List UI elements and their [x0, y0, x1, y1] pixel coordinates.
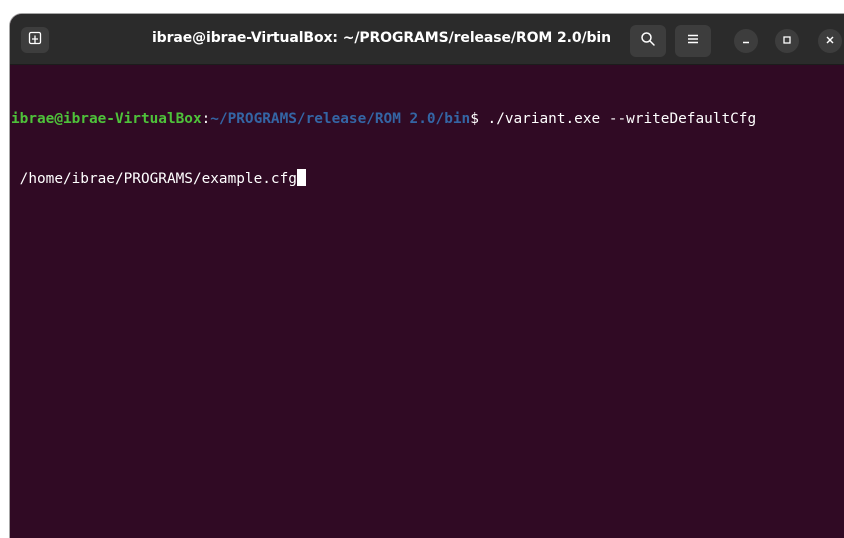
search-icon: [640, 31, 656, 52]
search-button[interactable]: [630, 25, 666, 57]
prompt-symbol: $: [470, 111, 488, 127]
new-tab-button[interactable]: [21, 27, 49, 53]
title-bar: ibrae@ibrae-VirtualBox: ~/PROGRAMS/relea…: [10, 14, 844, 65]
terminal-content[interactable]: ibrae@ibrae-VirtualBox:~/PROGRAMS/releas…: [10, 66, 844, 538]
prompt-colon: :: [201, 111, 211, 127]
window-title: ibrae@ibrae-VirtualBox: ~/PROGRAMS/relea…: [151, 30, 611, 46]
output-line: /home/ibrae/PROGRAMS/example.cfg: [11, 169, 844, 189]
minimize-icon: [741, 32, 751, 50]
text-cursor: [296, 169, 306, 186]
minimize-button[interactable]: [734, 29, 758, 53]
command-text: ./variant.exe --writeDefaultCfg: [487, 111, 757, 127]
terminal-window: ibrae@ibrae-VirtualBox: ~/PROGRAMS/relea…: [10, 14, 844, 538]
output-text: /home/ibrae/PROGRAMS/example.cfg: [11, 171, 297, 187]
close-button[interactable]: [818, 29, 842, 53]
prompt-user-host: ibrae@ibrae-VirtualBox: [11, 111, 202, 127]
prompt-path: ~/PROGRAMS/release/ROM 2.0/bin: [210, 111, 471, 127]
menu-button[interactable]: [675, 25, 711, 57]
maximize-button[interactable]: [775, 29, 799, 53]
new-tab-icon: [28, 31, 42, 50]
close-icon: [825, 32, 835, 50]
hamburger-menu-icon: [686, 32, 700, 51]
prompt-line: ibrae@ibrae-VirtualBox:~/PROGRAMS/releas…: [11, 109, 844, 129]
maximize-icon: [782, 32, 792, 50]
